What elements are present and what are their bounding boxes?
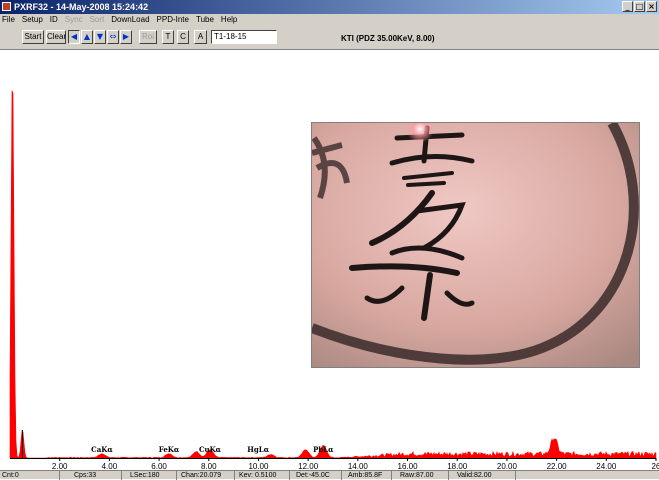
x-tick-label: 10.00 [248,462,269,470]
c-button[interactable]: C [177,30,189,44]
clear-button[interactable]: Clear [46,30,66,44]
x-tick-label: 8.00 [201,462,217,470]
x-tick-label: 4.00 [102,462,118,470]
x-tick-label: 2.00 [52,462,68,470]
peak-label: CuKα [199,445,222,454]
instrument-info: KTI (PDZ 35.00KeV, 8.00) [341,34,435,43]
x-tick-label: 14.00 [348,462,369,470]
close-button[interactable]: × [646,1,657,12]
menu-setup[interactable]: Setup [22,14,43,26]
peak-labels: CaKα FeKα CuKα HgLα PbLα [91,445,334,454]
t-button[interactable]: T [162,30,174,44]
cursor-left-icon: ◀ [70,32,78,41]
x-tick-label: 16.00 [398,462,419,470]
spectrum-plot[interactable]: 2.00 4.00 6.00 8.00 10.00 12.00 14.00 16.00 18.0… [0,50,659,471]
maximize-button[interactable]: □ [634,1,645,12]
x-tick-label: 22.00 [547,462,568,470]
x-tick-label: 20.00 [497,462,518,470]
camera-image-svg [312,123,639,367]
x-tick-label: 26 [652,462,659,470]
menu-help[interactable]: Help [221,14,237,26]
a-button[interactable]: A [194,30,207,44]
window-controls: _ □ × [622,1,657,12]
peak-label: FeKα [159,445,180,454]
window-title: PXRF32 - 14-May-2008 15:24:42 [14,2,149,12]
minimize-button[interactable]: _ [622,1,633,12]
zoom-out-button[interactable]: ▼ [94,30,106,44]
cursor-left-button[interactable]: ◀ [68,30,80,44]
zoom-out-icon: ▼ [96,32,104,41]
zoom-in-icon: ▲ [83,32,91,41]
expand-button[interactable]: ⇔ [107,30,119,44]
status-bar: Cnt:0 Cps:33 LSec:180 Chan:20.079 Kev: 0… [0,470,659,480]
x-tick-label: 24.00 [596,462,617,470]
menu-id[interactable]: ID [50,14,58,26]
peak-label: CaKα [91,445,113,454]
menu-bar: File Setup ID Sync Sort DownLoad PPD-Int… [0,14,659,26]
roi-button[interactable]: Roi [139,30,157,44]
start-button[interactable]: Start [22,30,44,44]
x-tick-label: 6.00 [151,462,167,470]
menu-ppd-inte[interactable]: PPD-Inte [157,14,189,26]
sample-id-field[interactable]: T1-18-15 [211,30,277,44]
sample-camera-image [311,122,640,368]
menu-sync[interactable]: Sync [65,14,83,26]
menu-sort[interactable]: Sort [90,14,105,26]
cursor-right-icon: ▶ [122,32,130,41]
peak-label: HgLα [247,445,269,454]
menu-file[interactable]: File [2,14,15,26]
expand-icon: ⇔ [109,32,117,41]
x-axis: 2.00 4.00 6.00 8.00 10.00 12.00 14.00 16.00 18.0… [10,458,659,471]
menu-download[interactable]: DownLoad [111,14,149,26]
cursor-right-button[interactable]: ▶ [120,30,132,44]
app-icon [2,2,11,11]
zoom-in-button[interactable]: ▲ [81,30,93,44]
toolbar: Start Clear ◀ ▲ ▼ ⇔ ▶ Roi T C A T1-18-15… [0,26,659,50]
x-tick-label: 12.00 [298,462,319,470]
title-bar: PXRF32 - 14-May-2008 15:24:42 _ □ × [0,0,659,14]
x-tick-label: 18.00 [447,462,468,470]
menu-tube[interactable]: Tube [196,14,214,26]
peak-label: PbLα [313,445,334,454]
